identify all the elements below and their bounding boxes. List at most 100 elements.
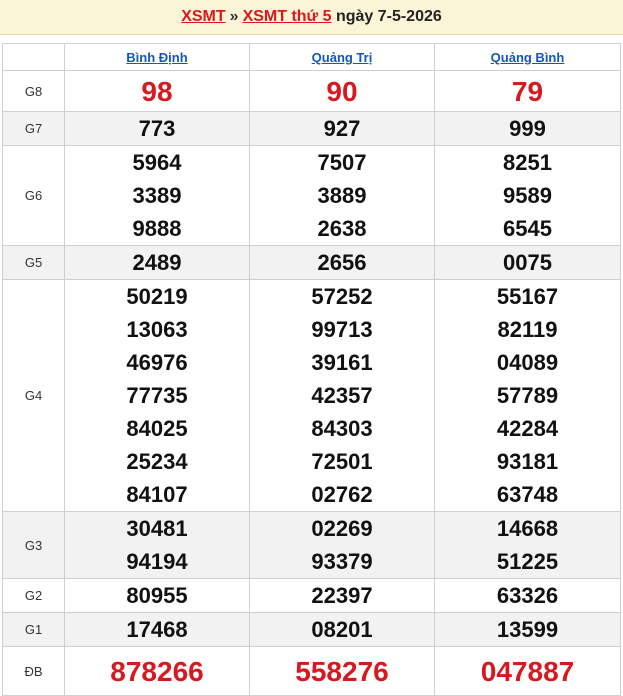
winning-number: 2638	[317, 216, 367, 241]
winning-number: 30481	[126, 516, 188, 541]
xsmt-thu-5-link[interactable]: XSMT thứ 5	[243, 8, 332, 25]
winning-number: 14668	[496, 516, 559, 541]
winning-number: 5964	[132, 150, 182, 175]
result-cell: 999	[434, 111, 621, 146]
winning-number: 17468	[126, 617, 188, 642]
prize-row: G6 5964 3389 9888 7507 3889 2638 8251 9589 6545	[2, 145, 621, 246]
winning-number: 9589	[503, 183, 552, 208]
prize-label: G8	[2, 70, 65, 112]
winning-number: 94194	[126, 549, 188, 574]
result-cell: 22397	[249, 578, 435, 613]
winning-number: 2489	[132, 250, 182, 275]
winning-number: 8251	[503, 150, 552, 175]
winning-number: 878266	[110, 655, 204, 687]
winning-number: 57789	[496, 383, 559, 408]
winning-number: 13599	[496, 617, 559, 642]
winning-number: 84107	[126, 482, 188, 507]
winning-number: 63326	[496, 583, 559, 608]
winning-number: 558276	[295, 655, 389, 687]
winning-number: 08201	[311, 617, 373, 642]
winning-number: 46976	[126, 350, 188, 375]
winning-number: 84303	[311, 416, 373, 441]
winning-number: 0075	[503, 250, 552, 275]
prize-row: G7 773 927 999	[2, 111, 621, 146]
winning-number: 3389	[132, 183, 182, 208]
result-cell: 558276	[249, 646, 435, 696]
result-cell: 80955	[64, 578, 250, 613]
winning-number: 047887	[480, 655, 575, 687]
winning-number: 7507	[317, 150, 367, 175]
winning-number: 39161	[311, 350, 373, 375]
winning-number: 93379	[311, 549, 373, 574]
prize-row: G1 17468 08201 13599	[2, 612, 621, 647]
result-cell: 7507 3889 2638	[249, 145, 435, 246]
winning-number: 999	[509, 116, 546, 141]
prize-label: G5	[2, 245, 65, 280]
winning-number: 50219	[126, 284, 188, 309]
province-header: Quảng Trị	[249, 43, 435, 71]
winning-number: 72501	[311, 449, 373, 474]
result-cell: 878266	[64, 646, 250, 696]
prize-row: ĐB 878266 558276 047887	[2, 646, 621, 696]
result-cell: 79	[434, 70, 621, 112]
province-link-binh-dinh[interactable]: Bình Định	[126, 50, 187, 65]
winning-number: 13063	[126, 317, 188, 342]
xsmt-link[interactable]: XSMT	[181, 8, 225, 25]
prize-row: G4 50219 13063 46976 77735 84025 25234 84107 572…	[2, 279, 621, 512]
result-cell: 57252 99713 39161 42357 84303 72501 02762	[249, 279, 435, 512]
winning-number: 3889	[317, 183, 367, 208]
result-cell: 773	[64, 111, 250, 146]
winning-number: 93181	[496, 449, 559, 474]
province-header: Bình Định	[64, 43, 250, 71]
result-cell: 17468	[64, 612, 250, 647]
winning-number: 22397	[311, 583, 373, 608]
prize-label: ĐB	[2, 646, 65, 696]
result-cell: 98	[64, 70, 250, 112]
province-header-row: Bình Định Quảng Trị Quảng Bình	[2, 43, 621, 71]
prize-label: G6	[2, 145, 65, 246]
results-header: XSMT» XSMT thứ 5 ngày 7-5-2026	[0, 0, 623, 35]
winning-number: 84025	[126, 416, 188, 441]
winning-number: 927	[323, 116, 361, 141]
result-cell: 2656	[249, 245, 435, 280]
winning-number: 42357	[311, 383, 373, 408]
prize-label: G4	[2, 279, 65, 512]
winning-number: 2656	[317, 250, 367, 275]
result-cell: 14668 51225	[434, 511, 621, 579]
winning-number: 42284	[496, 416, 559, 441]
winning-number: 9888	[132, 216, 182, 241]
province-link-quang-binh[interactable]: Quảng Bình	[491, 50, 565, 65]
result-cell: 50219 13063 46976 77735 84025 25234 84107	[64, 279, 250, 512]
result-cell: 0075	[434, 245, 621, 280]
result-cell: 63326	[434, 578, 621, 613]
prize-row: G8 98 90 79	[2, 70, 621, 112]
winning-number: 773	[138, 116, 176, 141]
result-cell: 13599	[434, 612, 621, 647]
result-cell: 90	[249, 70, 435, 112]
winning-number: 80955	[126, 583, 188, 608]
draw-date: ngày 7-5-2026	[335, 8, 442, 25]
prize-label: G3	[2, 511, 65, 579]
prize-label: G1	[2, 612, 65, 647]
blank-corner-cell	[2, 43, 65, 71]
result-cell: 927	[249, 111, 435, 146]
winning-number: 99713	[311, 317, 373, 342]
prize-label: G2	[2, 578, 65, 613]
prize-label: G7	[2, 111, 65, 146]
winning-number: 04089	[496, 350, 559, 375]
winning-number: 25234	[126, 449, 188, 474]
breadcrumb-separator: »	[229, 8, 239, 25]
winning-number: 57252	[311, 284, 373, 309]
result-cell: 5964 3389 9888	[64, 145, 250, 246]
prize-row: G5 2489 2656 0075	[2, 245, 621, 280]
winning-number: 02762	[311, 482, 373, 507]
winning-number: 98	[141, 75, 173, 107]
winning-number: 02269	[311, 516, 373, 541]
result-cell: 2489	[64, 245, 250, 280]
winning-number: 51225	[496, 549, 559, 574]
prize-row: G3 30481 94194 02269 93379 14668 51225	[2, 511, 621, 579]
province-link-quang-tri[interactable]: Quảng Trị	[312, 50, 373, 65]
winning-number: 63748	[496, 482, 559, 507]
winning-number: 77735	[126, 383, 188, 408]
result-cell: 55167 82119 04089 57789 42284 93181 63748	[434, 279, 621, 512]
